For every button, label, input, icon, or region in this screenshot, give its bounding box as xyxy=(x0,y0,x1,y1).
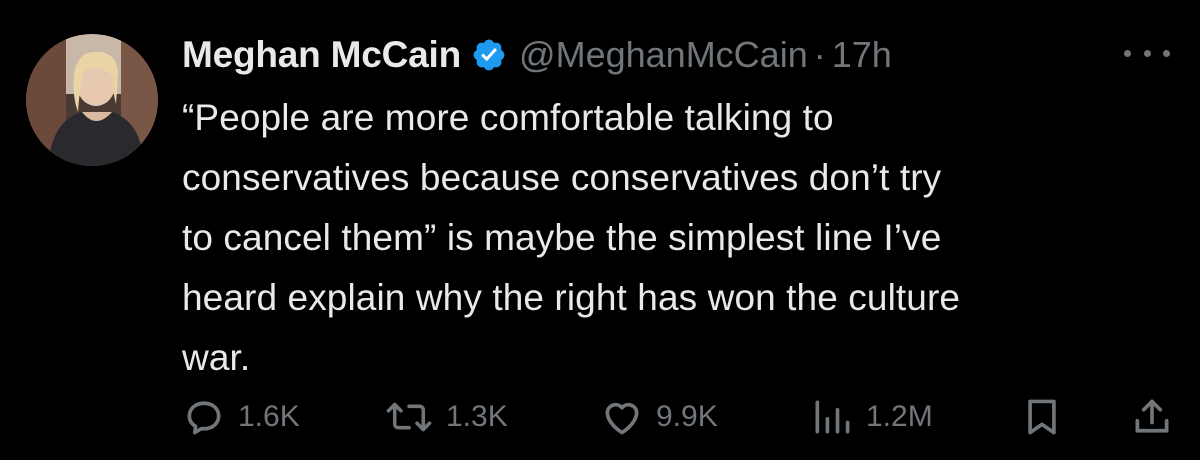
like-count: 9.9K xyxy=(656,400,718,433)
reply-icon xyxy=(187,401,221,435)
author-handle[interactable]: @MeghanMcCain xyxy=(519,34,808,76)
views-count: 1.2M xyxy=(866,400,933,433)
bookmark-button[interactable] xyxy=(1020,392,1064,442)
share-icon xyxy=(1135,399,1169,433)
tweet-text-line: conservatives because conservatives don’… xyxy=(182,157,942,198)
views-button[interactable]: 1.2M xyxy=(810,392,933,442)
like-button[interactable]: 9.9K xyxy=(600,392,718,442)
verified-badge-icon xyxy=(471,37,507,73)
tweet-text-line: heard explain why the right has won the … xyxy=(182,277,961,318)
retweet-count: 1.3K xyxy=(446,400,508,433)
tweet-timestamp[interactable]: 17h xyxy=(832,34,892,76)
tweet-text: “People are more comfortable talking to … xyxy=(182,88,1172,388)
separator-dot: · xyxy=(813,34,826,75)
retweet-icon xyxy=(386,402,432,432)
bookmark-icon xyxy=(1028,399,1056,435)
share-button[interactable] xyxy=(1130,392,1174,442)
tweet-text-line: to cancel them” is maybe the simplest li… xyxy=(182,217,942,258)
more-dots-icon[interactable] xyxy=(1124,38,1170,68)
avatar-photo xyxy=(26,34,158,166)
tweet-text-line: “People are more comfortable talking to xyxy=(182,97,834,138)
heart-icon xyxy=(605,402,639,435)
tweet-card: Meghan McCain @MeghanMcCain · 17h “Peopl… xyxy=(0,0,1200,460)
retweet-button[interactable]: 1.3K xyxy=(384,392,508,442)
views-chart-icon xyxy=(815,400,850,434)
tweet-text-line: war. xyxy=(182,337,251,378)
reply-count: 1.6K xyxy=(238,400,300,433)
action-bar: 1.6K 1.3K 9.9K 1.2M xyxy=(182,392,1172,442)
avatar[interactable] xyxy=(26,34,158,166)
reply-button[interactable]: 1.6K xyxy=(182,392,300,442)
tweet-header: Meghan McCain @MeghanMcCain · 17h xyxy=(182,30,892,80)
author-name[interactable]: Meghan McCain xyxy=(182,34,461,76)
